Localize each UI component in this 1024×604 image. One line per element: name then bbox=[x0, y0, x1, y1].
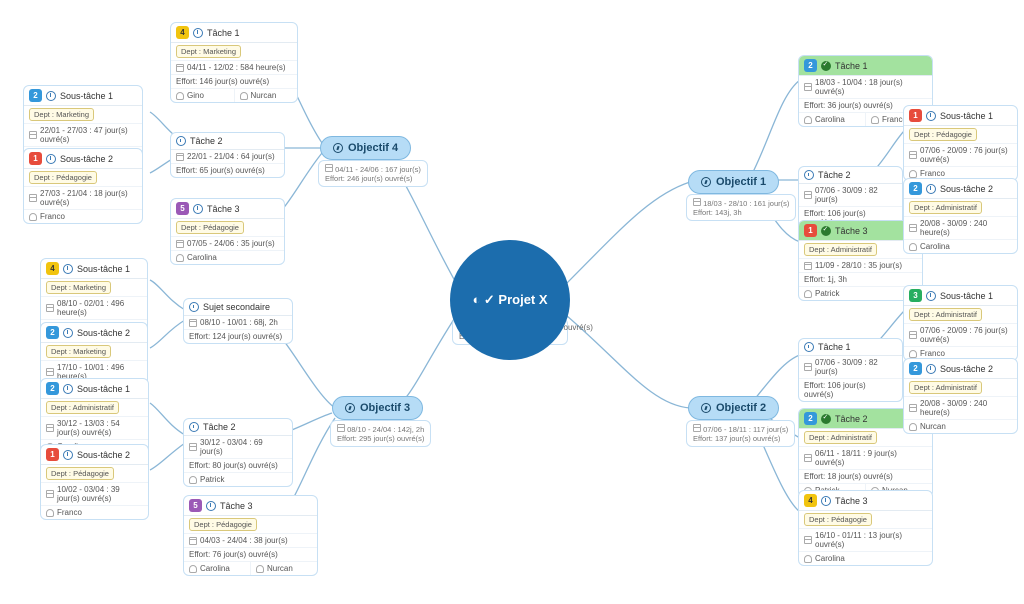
subtask-o3-t2-s1[interactable]: 2Sous-tâche 1 Dept : Administratif 30/12… bbox=[40, 378, 149, 454]
clock-icon bbox=[701, 403, 711, 413]
subtask-o3-t2-s2[interactable]: 1Sous-tâche 2 Dept : Pédagogie 10/02 - 0… bbox=[40, 444, 149, 520]
objective-3-detail: 08/10 - 24/04 : 142j, 2hEffort: 295 jour… bbox=[330, 420, 431, 447]
objective-1[interactable]: Objectif 1 bbox=[688, 170, 779, 194]
clock-icon bbox=[804, 170, 814, 180]
check-icon bbox=[821, 226, 831, 236]
objective-3[interactable]: Objectif 3 bbox=[332, 396, 423, 420]
central-node[interactable]: ◐ ✓ Projet X bbox=[450, 240, 570, 360]
task-o3-t2[interactable]: Tâche 2 30/12 - 03/04 : 69 jour(s) Effor… bbox=[183, 418, 293, 487]
check-icon bbox=[821, 61, 831, 71]
task-o4-t3[interactable]: 5Tâche 3 Dept : Pédagogie 07/05 - 24/06 … bbox=[170, 198, 285, 265]
subtask-o1-t2-s1[interactable]: 1Sous-tâche 1 Dept : Pédagogie 07/06 - 2… bbox=[903, 105, 1018, 181]
subtask-o2-t1-s1[interactable]: 3Sous-tâche 1 Dept : Administratif 07/06… bbox=[903, 285, 1018, 361]
objective-2-detail: 07/06 - 18/11 : 117 jour(s)Effort: 137 j… bbox=[686, 420, 795, 447]
subtask-o1-t2-s2[interactable]: 2Sous-tâche 2 Dept : Administratif 20/08… bbox=[903, 178, 1018, 254]
objective-1-detail: 18/03 - 28/10 : 161 jour(s)Effort: 143j,… bbox=[686, 194, 796, 221]
objective-4-detail: 04/11 - 24/06 : 167 jour(s)Effort: 246 j… bbox=[318, 160, 428, 187]
objective-4[interactable]: Objectif 4 bbox=[320, 136, 411, 160]
subtask-o4-t2-s2[interactable]: 1Sous-tâche 2 Dept : Pédagogie 27/03 - 2… bbox=[23, 148, 143, 224]
task-o2-t3[interactable]: 4Tâche 3 Dept : Pédagogie 16/10 - 01/11 … bbox=[798, 490, 933, 566]
task-o4-t1[interactable]: 4Tâche 1 Dept : Marketing 04/11 - 12/02 … bbox=[170, 22, 298, 103]
task-o4-t2[interactable]: Tâche 2 22/01 - 21/04 : 64 jour(s) Effor… bbox=[170, 132, 285, 178]
clock-icon bbox=[345, 403, 355, 413]
subtask-o2-t1-s2[interactable]: 2Sous-tâche 2 Dept : Administratif 20/08… bbox=[903, 358, 1018, 434]
objective-2[interactable]: Objectif 2 bbox=[688, 396, 779, 420]
central-title: Projet X bbox=[498, 292, 547, 307]
clock-icon bbox=[333, 143, 343, 153]
task-o3-sujet[interactable]: Sujet secondaire 08/10 - 10/01 : 68j, 2h… bbox=[183, 298, 293, 344]
task-o2-t1[interactable]: Tâche 1 07/06 - 30/09 : 82 jour(s) Effor… bbox=[798, 338, 903, 402]
clock-icon bbox=[701, 177, 711, 187]
task-o3-t3[interactable]: 5Tâche 3 Dept : Pédagogie 04/03 - 24/04 … bbox=[183, 495, 318, 576]
